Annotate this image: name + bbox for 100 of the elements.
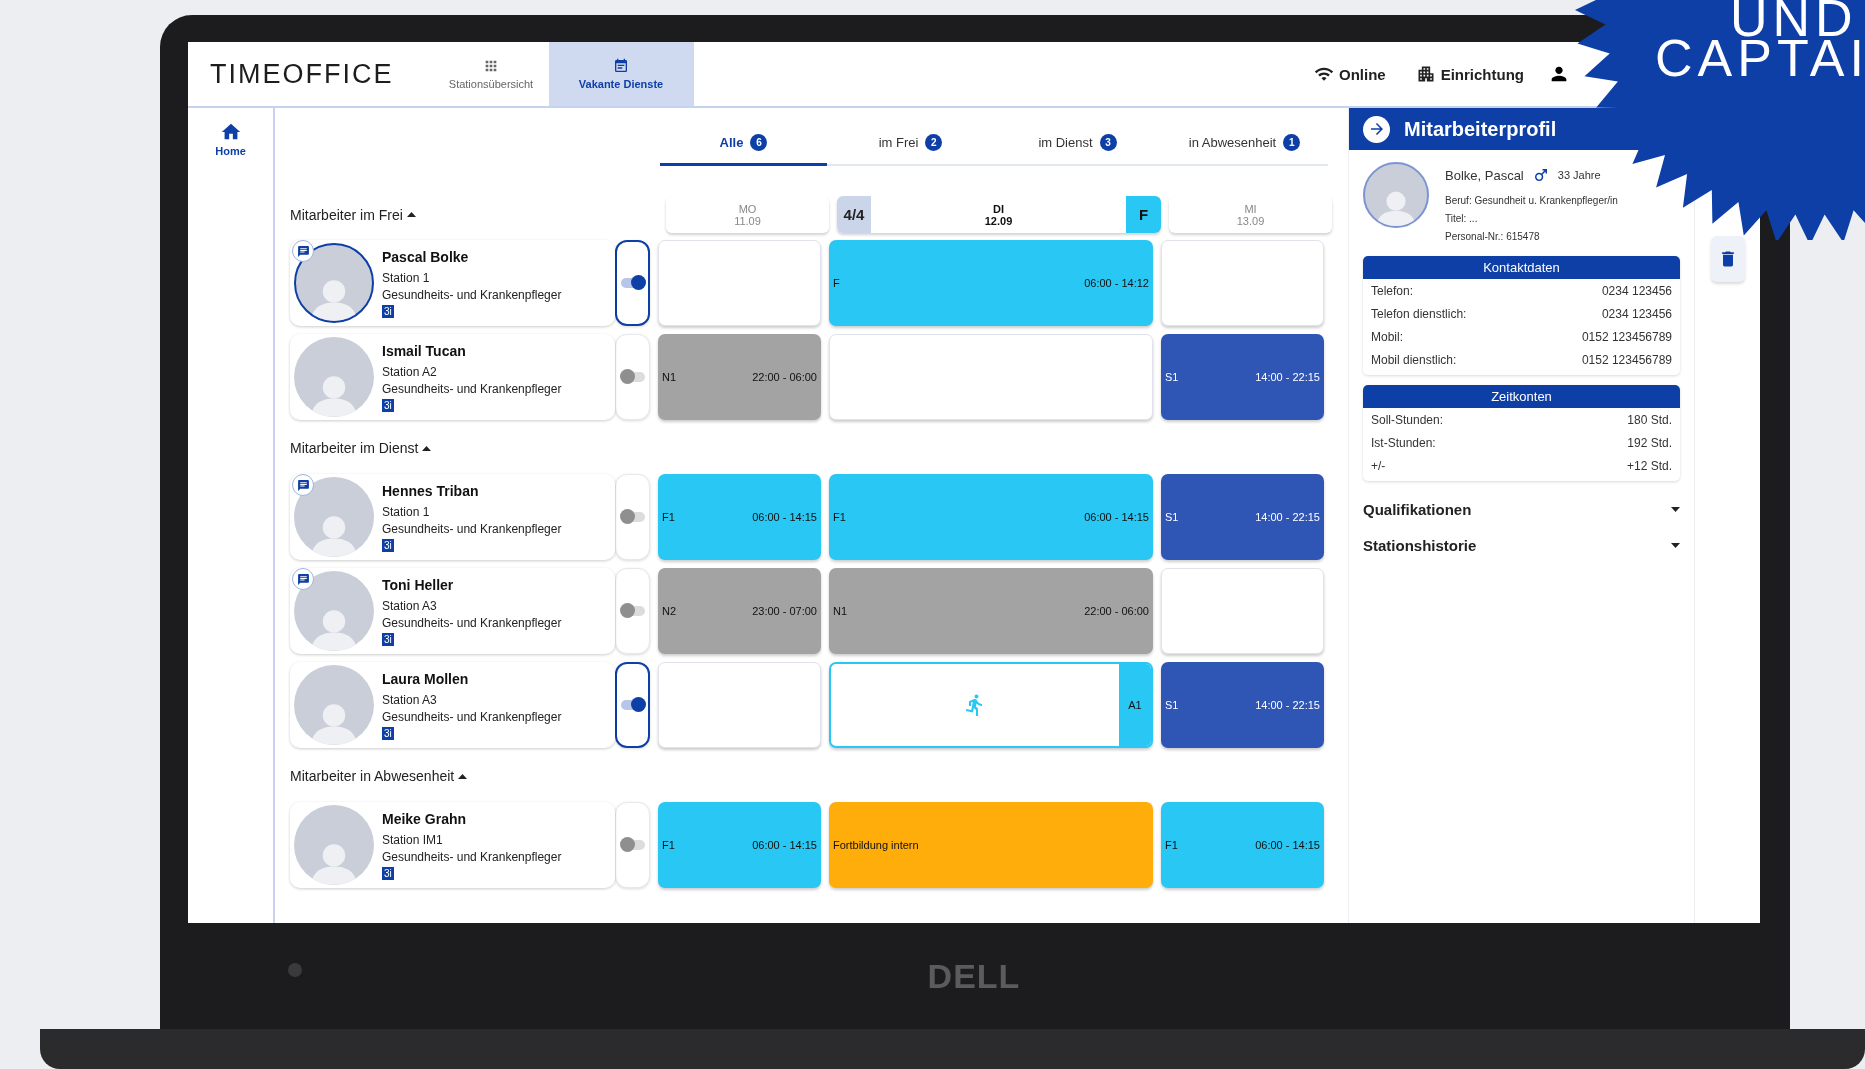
status-link[interactable]: Einrichtung [1409, 42, 1530, 106]
field-label: Mobil dienstlich: [1371, 352, 1457, 367]
employee-name: Toni Heller [382, 576, 455, 593]
filter-tab[interactable]: im Frei 2 [827, 122, 994, 166]
filter-tab[interactable]: Alle 6 [660, 122, 827, 166]
chat-icon[interactable] [292, 568, 314, 590]
shift-block[interactable]: S1 14:00 - 22:15 [1161, 474, 1324, 560]
employee-station: Station 1 [382, 270, 431, 285]
profile-name: Bolke, Pascal [1445, 168, 1524, 182]
shift-count: 4/4 [837, 196, 871, 233]
field-value: +12 Std. [1626, 458, 1672, 473]
shift-block[interactable]: N1 22:00 - 06:00 [658, 334, 821, 420]
employee-card[interactable]: Ismail Tucan Station A2 Gesundheits- und Krankenpfleger 3i [290, 334, 615, 420]
absence-block[interactable]: Fortbildung intern [829, 802, 1153, 888]
shift-block[interactable]: F 06:00 - 14:12 [829, 240, 1153, 326]
toggle-switch[interactable] [620, 372, 645, 382]
toggle-switch[interactable] [620, 840, 645, 850]
filter-tab[interactable]: in Abwesenheit 1 [1161, 122, 1328, 166]
accordion-header[interactable]: Stationshistorie [1363, 527, 1680, 563]
shift-code: S1 [1165, 699, 1179, 711]
employee-station: Station 1 [382, 504, 431, 519]
employee-role: Gesundheits- und Krankenpfleger [382, 381, 562, 396]
shift-time: 06:00 - 14:15 [752, 511, 817, 523]
group-toggle[interactable]: Mitarbeiter in Abwesenheit [290, 768, 658, 784]
caret-down-icon [1671, 542, 1680, 548]
employee-card[interactable]: Toni Heller Station A3 Gesundheits- und Krankenpfleger 3i [290, 568, 615, 654]
profile-detail: Beruf: Gesundheit u. Krankenpfleger/in [1445, 195, 1618, 206]
shift-block[interactable]: N2 23:00 - 07:00 [658, 568, 821, 654]
caret-up-icon [458, 773, 468, 779]
app-logo: TIMEOFFICE [210, 58, 394, 90]
employee-card[interactable]: Meike Grahn Station IM1 Gesundheits- und Krankenpfleger 3i [290, 802, 615, 888]
shift-code: S1 [1165, 511, 1179, 523]
calendar-icon [613, 58, 629, 74]
shift-block[interactable]: F1 06:00 - 14:15 [1161, 802, 1324, 888]
field-value: 0152 123456789 [1581, 329, 1672, 344]
shift-time: 14:00 - 22:15 [1255, 699, 1320, 711]
shift-code: A1 [1119, 664, 1151, 746]
employee-role: Gesundheits- und Krankenpfleger [382, 521, 562, 536]
shift-block[interactable]: S1 14:00 - 22:15 [1161, 662, 1324, 748]
field-label: +/- [1371, 458, 1386, 473]
caret-up-icon [422, 445, 432, 451]
shift-code: N1 [662, 371, 677, 383]
shift-code: F1 [662, 839, 675, 851]
status-link[interactable]: Online [1308, 42, 1392, 106]
field-value: 0234 123456 [1601, 306, 1672, 321]
date: 11.09 [734, 214, 761, 227]
chat-icon[interactable] [292, 474, 314, 496]
qualification-badge: 3i [382, 538, 394, 552]
absence-label: Fortbildung intern [833, 839, 919, 851]
caret-down-icon [1671, 506, 1680, 512]
employee-name: Ismail Tucan [382, 342, 467, 359]
shift-time: 14:00 - 22:15 [1255, 511, 1320, 523]
nav-tab[interactable]: Stationsübersicht [433, 42, 549, 106]
shift-time: 06:00 - 14:12 [1084, 277, 1149, 289]
employee-station: Station A3 [382, 692, 438, 707]
toggle-switch[interactable] [620, 606, 645, 616]
date: 12.09 [984, 214, 1013, 227]
profile-detail: Titel: ... [1445, 213, 1478, 224]
count-badge: 2 [925, 134, 943, 151]
filter-tab[interactable]: im Dienst 3 [994, 122, 1161, 166]
employee-card[interactable]: Pascal Bolke Station 1 Gesundheits- und Krankenpfleger 3i [290, 240, 615, 326]
group-toggle[interactable]: Mitarbeiter im Frei [290, 206, 658, 223]
nav-tab[interactable]: Vakante Dienste [548, 42, 694, 106]
shift-block[interactable]: N1 22:00 - 06:00 [829, 568, 1153, 654]
field-label: Telefon dienstlich: [1371, 306, 1467, 321]
toggle-switch[interactable] [620, 278, 645, 288]
employee-name: Hennes Triban [382, 482, 480, 499]
field-value: 0152 123456789 [1581, 352, 1672, 367]
accordion-header[interactable]: Qualifikationen [1363, 491, 1680, 527]
weekday: MO [738, 202, 757, 215]
profile-detail: Personal-Nr.: 615478 [1445, 231, 1540, 242]
grid-icon [483, 58, 499, 74]
shift-time: 23:00 - 07:00 [752, 605, 817, 617]
camera-dot [288, 963, 302, 977]
employee-card[interactable]: Laura Mollen Station A3 Gesundheits- und Krankenpfleger 3i [290, 662, 615, 748]
delete-button[interactable] [1710, 236, 1745, 282]
employee-role: Gesundheits- und Krankenpfleger [382, 849, 562, 864]
shift-code: F [833, 277, 840, 289]
home-link[interactable]: Home [209, 120, 252, 158]
employee-name: Pascal Bolke [382, 248, 470, 265]
section-header: Kontaktdaten [1363, 256, 1680, 279]
shift-block[interactable]: F1 06:00 - 14:15 [658, 474, 821, 560]
qualification-badge: 3i [382, 726, 394, 740]
group-toggle[interactable]: Mitarbeiter im Dienst [290, 440, 658, 456]
chat-icon[interactable] [292, 240, 314, 262]
toggle-switch[interactable] [620, 700, 645, 710]
vacant-shift-block[interactable]: A1 [829, 662, 1153, 748]
arrow-right-icon[interactable] [1363, 115, 1390, 143]
toggle-switch[interactable] [620, 512, 645, 522]
employee-role: Gesundheits- und Krankenpfleger [382, 615, 562, 630]
shift-block[interactable]: F1 06:00 - 14:15 [658, 802, 821, 888]
panel-title: Mitarbeiterprofil [1404, 117, 1557, 141]
field-label: Telefon: [1371, 283, 1414, 298]
shift-block[interactable]: F1 06:00 - 14:15 [829, 474, 1153, 560]
shift-block[interactable]: S1 14:00 - 22:15 [1161, 334, 1324, 420]
shift-code: F1 [833, 511, 846, 523]
shift-code: F1 [1165, 839, 1178, 851]
employee-card[interactable]: Hennes Triban Station 1 Gesundheits- und Krankenpfleger 3i [290, 474, 615, 560]
profile-age: 33 Jahre [1557, 168, 1601, 182]
employee-name: Laura Mollen [382, 670, 470, 687]
